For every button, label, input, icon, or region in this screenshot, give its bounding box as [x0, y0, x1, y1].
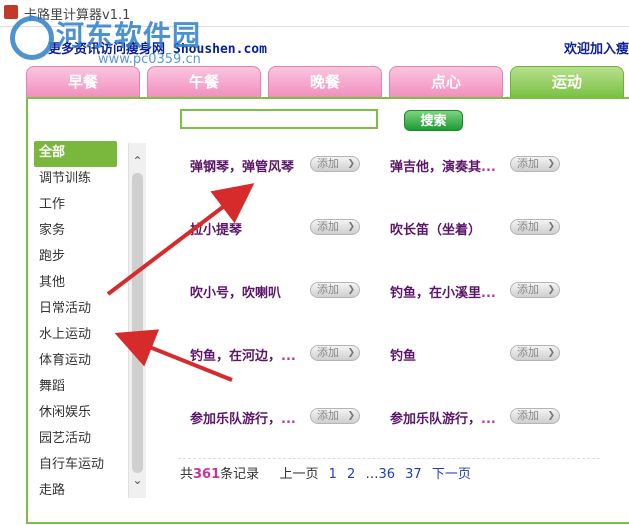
category-item-conditioning[interactable]: 调节训练: [34, 167, 126, 193]
category-item-all[interactable]: 全部: [34, 141, 117, 167]
page-link-1[interactable]: 1: [329, 467, 337, 482]
window-title: 卡路里计算器v1.1: [24, 8, 131, 23]
activity-name: 吹长笛（坐着）: [390, 223, 482, 238]
header-info: 更多资讯访问瘦身网 Shoushen.com: [48, 38, 267, 57]
chevron-right-icon: ❯: [547, 411, 555, 421]
pager-divider: [178, 458, 600, 459]
tab-exercise[interactable]: 运动: [510, 66, 624, 98]
category-item-running[interactable]: 跑步: [34, 245, 126, 271]
search-input[interactable]: [180, 109, 378, 129]
activity-name: 参加乐队游行，...: [390, 412, 496, 427]
chevron-right-icon: ❯: [547, 285, 555, 295]
chevron-right-icon: ❯: [547, 348, 555, 358]
pager-prefix: 共: [180, 467, 194, 482]
activity-name: 弹钢琴，弹管风琴: [190, 160, 295, 175]
welcome-text: 欢迎加入瘦: [563, 42, 629, 57]
site-link[interactable]: Shoushen.com: [173, 42, 267, 57]
page-link-2[interactable]: 2: [347, 467, 355, 482]
category-item-water-sports[interactable]: 水上运动: [34, 323, 126, 349]
add-button[interactable]: 添加 ❯: [310, 408, 360, 424]
activity-item: 弹吉他，演奏其... 添加 ❯: [390, 156, 580, 176]
chevron-right-icon: ❯: [347, 159, 355, 169]
app-icon: [4, 5, 18, 19]
activity-name: 钓鱼，在河边，...: [190, 349, 296, 364]
category-item-other[interactable]: 其他: [34, 271, 126, 297]
chevron-right-icon: ❯: [347, 285, 355, 295]
category-item-dance[interactable]: 舞蹈: [34, 375, 126, 401]
category-item-housework[interactable]: 家务: [34, 219, 126, 245]
activity-name: 吹小号，吹喇叭: [190, 286, 282, 301]
activity-name: 参加乐队游行，...: [190, 412, 296, 427]
add-button[interactable]: 添加 ❯: [510, 408, 560, 424]
prev-page-link[interactable]: 上一页: [279, 467, 318, 482]
activity-name: 拉小提琴: [190, 223, 243, 238]
add-button[interactable]: 添加 ❯: [510, 282, 560, 298]
chevron-down-icon[interactable]: ⌄: [129, 470, 146, 490]
page-link-36[interactable]: 36: [378, 467, 395, 482]
category-scrollbar[interactable]: ⌃ ⌄: [128, 143, 146, 498]
meal-tabs: 早餐 午餐 晚餐 点心 运动: [26, 66, 629, 98]
activity-item: 弹钢琴，弹管风琴 添加 ❯: [190, 156, 380, 176]
category-item-leisure[interactable]: 休闲娱乐: [34, 401, 126, 427]
category-item-sports[interactable]: 体育运动: [34, 349, 126, 375]
activity-item: 吹长笛（坐着） 添加 ❯: [390, 219, 580, 239]
chevron-up-icon[interactable]: ⌃: [129, 151, 146, 171]
title-bar: 卡路里计算器v1.1: [0, 0, 629, 27]
add-button[interactable]: 添加 ❯: [310, 282, 360, 298]
category-item-walking[interactable]: 走路: [34, 479, 126, 505]
pager-suffix: 条记录: [220, 467, 260, 482]
chevron-right-icon: ❯: [347, 348, 355, 358]
pagination: 共361条记录 上一页 1 2 …36 37 下一页: [180, 463, 471, 482]
header-info-text: 更多资讯访问瘦身网: [48, 42, 166, 57]
chevron-right-icon: ❯: [547, 222, 555, 232]
tab-snack[interactable]: 点心: [389, 66, 503, 98]
activity-item: 参加乐队游行，... 添加 ❯: [190, 408, 380, 428]
add-button[interactable]: 添加 ❯: [310, 219, 360, 235]
add-button[interactable]: 添加 ❯: [510, 219, 560, 235]
pager-ellipsis: …: [365, 467, 379, 482]
search-button[interactable]: 搜索: [404, 110, 463, 131]
next-page-link[interactable]: 下一页: [432, 467, 471, 482]
activity-item: 吹小号，吹喇叭 添加 ❯: [190, 282, 380, 302]
add-button[interactable]: 添加 ❯: [510, 156, 560, 172]
page-link-37[interactable]: 37: [405, 467, 422, 482]
category-item-daily[interactable]: 日常活动: [34, 297, 126, 323]
activity-item: 钓鱼，在小溪里... 添加 ❯: [390, 282, 580, 302]
scroll-thumb[interactable]: [132, 173, 143, 473]
activity-item: 拉小提琴 添加 ❯: [190, 219, 380, 239]
activity-name: 钓鱼: [390, 349, 417, 364]
tab-lunch[interactable]: 午餐: [147, 66, 261, 98]
chevron-right-icon: ❯: [347, 411, 355, 421]
category-item-work[interactable]: 工作: [34, 193, 126, 219]
tab-breakfast[interactable]: 早餐: [26, 66, 140, 98]
category-item-gardening[interactable]: 园艺活动: [34, 427, 126, 453]
tab-dinner[interactable]: 晚餐: [268, 66, 382, 98]
activity-item: 钓鱼，在河边，... 添加 ❯: [190, 345, 380, 365]
chevron-right-icon: ❯: [547, 159, 555, 169]
activity-name: 弹吉他，演奏其...: [390, 160, 496, 175]
activity-item: 钓鱼 添加 ❯: [390, 345, 580, 365]
category-item-cycling[interactable]: 自行车运动: [34, 453, 126, 479]
add-button[interactable]: 添加 ❯: [310, 345, 360, 361]
chevron-right-icon: ❯: [347, 222, 355, 232]
activity-item: 参加乐队游行，... 添加 ❯: [390, 408, 580, 428]
add-button[interactable]: 添加 ❯: [510, 345, 560, 361]
activity-name: 钓鱼，在小溪里...: [390, 286, 496, 301]
record-count: 361: [193, 467, 221, 482]
add-button[interactable]: 添加 ❯: [310, 156, 360, 172]
category-list: 全部 调节训练 工作 家务 跑步 其他 日常活动 水上运动 体育运动 舞蹈 休闲…: [34, 141, 126, 505]
